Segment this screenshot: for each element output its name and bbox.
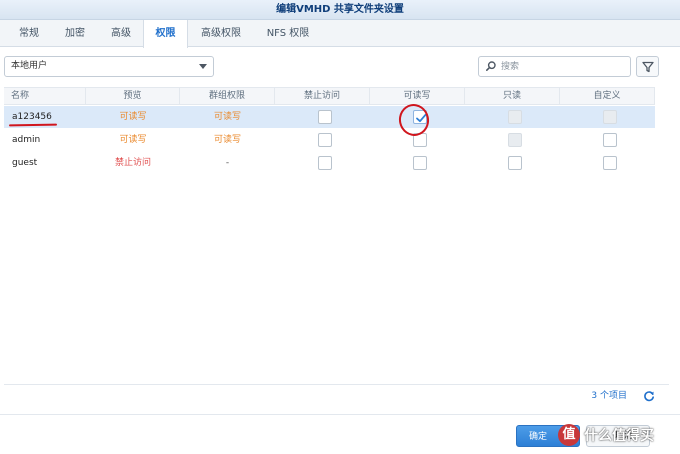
user-name: guest <box>12 158 38 168</box>
refresh-icon[interactable] <box>643 390 655 402</box>
permissions-table-header: 名称 预览 群组权限 禁止访问 可读写 只读 自定义 <box>4 87 655 105</box>
column-header-read-only[interactable]: 只读 <box>465 88 560 105</box>
table-row-admin[interactable]: admin 可读写 可读写 <box>4 129 655 151</box>
filter-icon <box>642 61 654 73</box>
window-title: 编辑VMHD 共享文件夹设置 <box>0 0 680 20</box>
deny-checkbox[interactable] <box>318 156 332 170</box>
table-status-bar: 3 个项目 <box>4 384 669 406</box>
read-write-checkbox[interactable] <box>413 156 427 170</box>
group-permission: - <box>225 158 230 168</box>
user-type-value: 本地用户 <box>11 61 48 71</box>
search-input[interactable] <box>501 58 626 75</box>
read-only-checkbox[interactable] <box>508 133 522 147</box>
user-name: admin <box>12 135 41 145</box>
column-header-preview[interactable]: 预览 <box>86 88 180 105</box>
tab-advanced-permissions[interactable]: 高级权限 <box>192 20 250 47</box>
read-only-checkbox[interactable] <box>508 156 522 170</box>
watermark-text: 什么值得买 <box>584 428 654 444</box>
search-box[interactable] <box>478 56 631 77</box>
tab-encryption[interactable]: 加密 <box>54 20 96 47</box>
group-permission: 可读写 <box>213 135 241 145</box>
tab-bar: 常规 加密 高级 权限 高级权限 NFS 权限 <box>0 20 680 48</box>
column-header-deny[interactable]: 禁止访问 <box>275 88 370 105</box>
user-type-select[interactable]: 本地用户 <box>4 56 214 77</box>
group-permission: 可读写 <box>213 112 241 122</box>
search-icon <box>486 61 496 71</box>
deny-checkbox[interactable] <box>318 110 332 124</box>
chevron-down-icon <box>199 64 207 69</box>
custom-checkbox[interactable] <box>603 110 617 124</box>
custom-checkbox[interactable] <box>603 133 617 147</box>
watermark-logo-icon: 值 <box>558 424 580 446</box>
toolbar: 本地用户 <box>0 47 680 87</box>
item-count: 3 个项目 <box>591 391 627 401</box>
tab-permissions[interactable]: 权限 <box>143 20 188 48</box>
tab-nfs-permissions[interactable]: NFS 权限 <box>258 20 318 47</box>
deny-checkbox[interactable] <box>318 133 332 147</box>
column-header-name[interactable]: 名称 <box>4 88 86 105</box>
tab-general[interactable]: 常规 <box>8 20 50 47</box>
preview-permission: 可读写 <box>119 112 147 122</box>
filter-button[interactable] <box>636 56 659 77</box>
watermark: 值 什么值得买 <box>556 424 678 448</box>
column-header-custom[interactable]: 自定义 <box>560 88 655 105</box>
custom-checkbox[interactable] <box>603 156 617 170</box>
column-header-read-write[interactable]: 可读写 <box>370 88 465 105</box>
table-row-a123456[interactable]: a123456 可读写 可读写 <box>4 106 655 128</box>
table-row-guest[interactable]: guest 禁止访问 - <box>4 152 655 174</box>
read-only-checkbox[interactable] <box>508 110 522 124</box>
preview-permission: 可读写 <box>119 135 147 145</box>
tab-advanced[interactable]: 高级 <box>100 20 142 47</box>
column-header-group-permission[interactable]: 群组权限 <box>180 88 275 105</box>
preview-permission: 禁止访问 <box>114 158 151 168</box>
